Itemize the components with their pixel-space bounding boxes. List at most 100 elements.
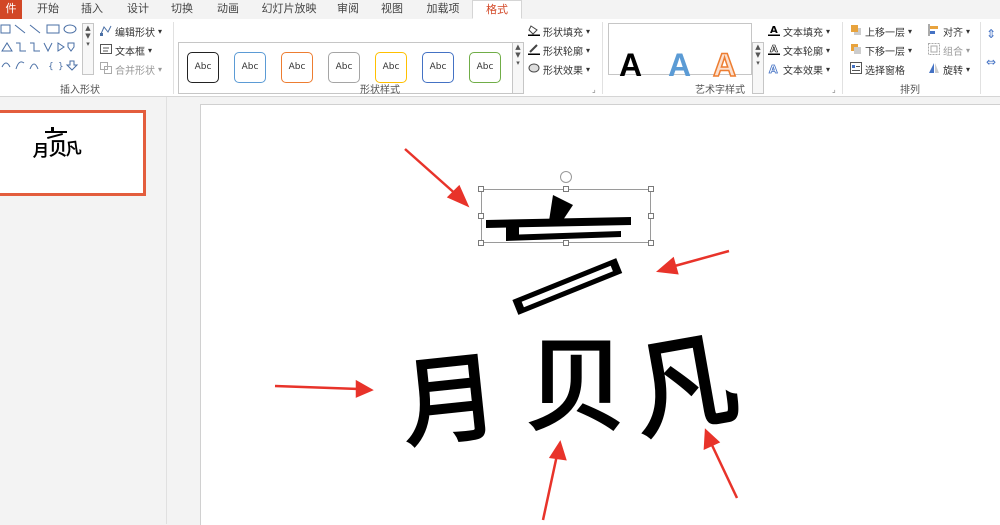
dialog-launcher-icon[interactable]: ⌟ [592,85,596,94]
shape-fill-button[interactable]: 形状填充 ▾ [528,24,590,39]
shape-fill-label: 形状填充 [543,28,583,39]
tab-design[interactable]: 设计 [118,0,158,19]
text-outline-button[interactable]: A 文本轮廓 ▾ [768,43,830,58]
text-box-button[interactable]: 文本框 ▾ [100,43,152,58]
svg-text:}: } [58,62,64,72]
slide-thumbnail[interactable]: 月 贝 凡 [0,110,146,196]
shape-icons[interactable]: { } [0,23,95,83]
tab-slideshow[interactable]: 幻灯片放映 [256,0,322,19]
height-icon[interactable]: ⇕ [986,27,996,41]
rotate-button[interactable]: 旋转 ▾ [928,62,970,77]
tab-addins[interactable]: 加载项 [418,0,468,19]
shape-style-preset[interactable]: Abc [375,52,407,83]
group-divider [602,22,603,94]
group-icon [928,43,940,57]
text-outline-icon: A [768,44,780,57]
svg-text:{: { [48,62,54,72]
tab-home[interactable]: 开始 [28,0,68,19]
rotate-handle-icon[interactable] [560,171,572,183]
arrange-group-label: 排列 [900,85,920,96]
group-button[interactable]: 组合 ▾ [928,43,970,58]
tab-format[interactable]: 格式 [472,0,522,19]
ribbon: { } ▲ ▼ ▾ 编辑形状 ▾ 文本框 ▾ 合并形状 ▾ 插入形状 Abc Abc Ab… [0,19,1000,97]
slide-thumbnail-pane: 月 贝 凡 [0,97,167,524]
paint-bucket-icon [528,25,540,38]
arrow-annotation [709,442,739,499]
shape-style-preset[interactable]: Abc [328,52,360,83]
edit-shape-button[interactable]: 编辑形状 ▾ [100,24,162,39]
chevron-down-icon: ▾ [158,27,163,36]
svg-text:A: A [770,44,778,55]
resize-handle[interactable] [648,186,654,192]
chevron-down-icon: ▾ [586,65,591,74]
wordart-preset[interactable]: A [712,46,737,84]
text-fill-label: 文本填充 [783,28,823,39]
shape-style-preset[interactable]: Abc [187,52,219,83]
shape-styles-group-label: 形状样式 [360,85,400,96]
rotate-label: 旋转 [943,66,963,77]
align-icon [928,24,940,38]
shape-gallery-scroll[interactable]: ▲ ▼ ▾ [82,23,94,75]
arrow-head [355,379,374,398]
chevron-down-icon: ▾ [148,46,153,55]
chevron-down-icon: ▾ [586,46,591,55]
text-box-icon [100,44,112,57]
tab-review[interactable]: 审阅 [328,0,368,19]
rotate-icon [928,63,940,76]
slide-glyph-yue[interactable]: 月 [394,318,504,466]
chevron-down-icon: ▾ [908,46,913,55]
slide-canvas[interactable]: 月 贝 凡 [200,104,1000,525]
chevron-down-icon: ▾ [586,27,591,36]
chevron-down-icon: ▾ [908,27,913,36]
shape-style-preset[interactable]: Abc [234,52,266,83]
tab-view[interactable]: 视图 [372,0,412,19]
shape-outline-label: 形状轮廓 [543,47,583,58]
resize-handle[interactable] [648,240,654,246]
wordart-preset[interactable]: A [619,47,642,84]
bring-forward-label: 上移一层 [865,28,905,39]
chevron-down-icon: ▾ [826,65,831,74]
shape-style-preset[interactable]: Abc [469,52,501,83]
bring-forward-button[interactable]: 上移一层 ▾ [850,24,912,39]
arrow-annotation [541,454,559,521]
tab-animations[interactable]: 动画 [208,0,248,19]
text-fill-button[interactable]: A 文本填充 ▾ [768,24,830,39]
width-icon[interactable]: ⇔ [986,55,996,69]
shape-effects-button[interactable]: 形状效果 ▾ [528,62,590,77]
chevron-down-icon: ▾ [158,65,163,74]
merge-shapes-button[interactable]: 合并形状 ▾ [100,62,162,77]
resize-handle[interactable] [478,213,484,219]
shape-outline-button[interactable]: 形状轮廓 ▾ [528,43,590,58]
dialog-launcher-icon[interactable]: ⌟ [832,85,836,94]
tab-file[interactable]: 件 [0,0,22,19]
selection-pane-label: 选择窗格 [865,66,905,77]
text-fill-icon: A [768,25,780,38]
merge-shapes-label: 合并形状 [115,66,155,77]
resize-handle[interactable] [478,240,484,246]
shape-styles-scroll[interactable]: ▲ ▼ ▾ [512,42,524,94]
edit-shape-label: 编辑形状 [115,28,155,39]
thumbnail-glyph: 凡 [63,137,83,160]
resize-handle[interactable] [563,240,569,246]
text-effects-label: 文本效果 [783,66,823,77]
wordart-preset[interactable]: A [668,47,691,84]
shape-style-preset[interactable]: Abc [281,52,313,83]
shape-style-preset[interactable]: Abc [422,52,454,83]
arrow-head [656,256,679,275]
resize-handle[interactable] [478,186,484,192]
tab-transitions[interactable]: 切换 [162,0,202,19]
text-effects-button[interactable]: A 文本效果 ▾ [768,62,830,77]
group-divider [173,22,174,94]
resize-handle[interactable] [563,186,569,192]
group-divider [842,22,843,94]
selection-frame[interactable] [481,189,651,243]
bring-forward-icon [850,25,862,38]
align-button[interactable]: 对齐 ▾ [928,24,970,39]
tab-insert[interactable]: 插入 [72,0,112,19]
insert-shapes-group-label: 插入形状 [60,85,100,96]
send-backward-button[interactable]: 下移一层 ▾ [850,43,912,58]
thumbnail-glyph: 月 [33,141,50,160]
resize-handle[interactable] [648,213,654,219]
selection-pane-button[interactable]: 选择窗格 [850,62,905,77]
slide-glyph-bei[interactable]: 贝 [526,305,626,450]
